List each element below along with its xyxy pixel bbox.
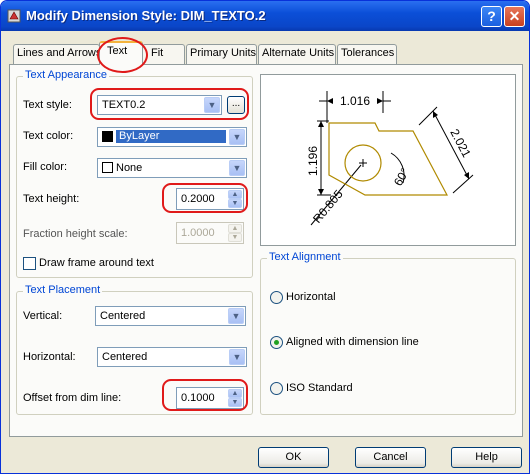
dimension-left-label: 1.196 [306,146,320,176]
browse-button[interactable]: ... [227,96,245,114]
text-height-stepper[interactable]: 0.2000 ▲ ▼ [176,188,244,210]
text-style-select[interactable]: TEXT0.2 ▼ [97,95,222,115]
offset-value: 0.1000 [181,392,215,404]
close-icon[interactable]: ✕ [504,6,525,27]
fraction-height-label: Fraction height scale: [23,228,128,240]
dimension-top-label: 1.016 [340,94,370,108]
offset-stepper[interactable]: 0.1000 ▲ ▼ [176,387,244,409]
window-title: Modify Dimension Style: DIM_TEXTO.2 [26,8,266,23]
chevron-down-icon[interactable]: ▼ [228,308,244,324]
spin-down-icon: ▼ [228,233,242,242]
radio-iso-standard[interactable] [270,382,283,395]
text-color-label: Text color: [23,130,74,142]
text-placement-group: Text Placement Vertical: Centered ▼ Hori… [16,284,253,415]
horizontal-select[interactable]: Centered ▼ [97,347,247,367]
color-swatch [102,131,113,142]
tab-primary-units[interactable]: Primary Units [186,44,257,64]
chevron-down-icon[interactable]: ▼ [229,160,245,176]
vertical-label: Vertical: [23,310,63,322]
dimension-preview: 1.016 1.196 2.021 60° R0.805 [260,74,516,246]
tab-label: Alternate Units [262,47,335,59]
group-title: Text Appearance [23,69,109,81]
fill-color-value: None [116,162,143,174]
fill-color-select[interactable]: None ▼ [97,158,247,178]
spin-up-icon: ▲ [228,224,242,233]
text-style-label: Text style: [23,99,72,111]
dimension-right-label: 2.021 [447,127,474,160]
text-tab-panel: Text Appearance Text style: TEXT0.2 ▼ ..… [9,64,523,437]
chevron-down-icon[interactable]: ▼ [204,97,220,113]
radio-horizontal-label: Horizontal [286,291,336,303]
vertical-value: Centered [100,310,146,322]
dialog-window: Modify Dimension Style: DIM_TEXTO.2 ? ✕ … [0,0,530,474]
ok-button[interactable]: OK [258,447,329,468]
text-color-value: ByLayer [116,130,226,143]
text-alignment-group: Text Alignment Horizontal Aligned with d… [260,251,516,415]
radio-aligned-label: Aligned with dimension line [286,336,419,348]
group-title: Text Placement [23,284,103,296]
fraction-height-value: 1.0000 [181,227,215,239]
text-height-label: Text height: [23,193,80,205]
radius-label: R0.805 [310,187,346,226]
tab-label: Tolerances [341,47,395,59]
help-icon[interactable]: ? [481,6,502,27]
tab-alternate-units[interactable]: Alternate Units [258,44,336,64]
radio-horizontal[interactable] [270,291,283,304]
radio-aligned[interactable] [270,336,283,349]
tab-fit[interactable]: Fit [142,44,185,64]
tab-tolerances[interactable]: Tolerances [337,44,397,64]
angle-label: 60° [391,165,412,188]
text-color-select[interactable]: ByLayer ▼ [97,127,247,147]
fraction-height-stepper: 1.0000 ▲ ▼ [176,222,244,244]
cancel-button[interactable]: Cancel [355,447,426,468]
chevron-down-icon[interactable]: ▼ [229,349,245,365]
draw-frame-label: Draw frame around text [39,257,154,269]
vertical-select[interactable]: Centered ▼ [95,306,246,326]
text-appearance-group: Text Appearance Text style: TEXT0.2 ▼ ..… [16,69,253,278]
draw-frame-checkbox[interactable] [23,257,36,270]
offset-label: Offset from dim line: [23,392,122,404]
help-button[interactable]: Help [451,447,522,468]
spin-up-icon[interactable]: ▲ [228,190,242,199]
text-style-value: TEXT0.2 [102,99,146,111]
spin-up-icon[interactable]: ▲ [228,389,242,398]
group-title: Text Alignment [267,251,343,263]
spin-down-icon[interactable]: ▼ [228,199,242,208]
chevron-down-icon[interactable]: ▼ [229,129,245,145]
tab-label: Text [107,45,128,57]
tab-label: Lines and Arrows [17,47,100,59]
radio-iso-label: ISO Standard [286,382,353,394]
app-icon [7,9,21,23]
horizontal-value: Centered [102,351,148,363]
color-swatch [102,162,113,173]
tab-label: Fit [151,47,164,59]
text-height-value: 0.2000 [181,193,215,205]
preview-drawing: 1.016 1.196 2.021 60° R0.805 [306,91,474,226]
title-bar[interactable]: Modify Dimension Style: DIM_TEXTO.2 ? ✕ [1,1,529,31]
tab-label: Primary Units [190,47,257,59]
fill-color-label: Fill color: [23,161,68,173]
spin-down-icon[interactable]: ▼ [228,398,242,407]
tab-lines-and-arrows[interactable]: Lines and Arrows [13,44,100,64]
horizontal-label: Horizontal: [23,351,76,363]
tab-text[interactable]: Text [99,41,143,65]
